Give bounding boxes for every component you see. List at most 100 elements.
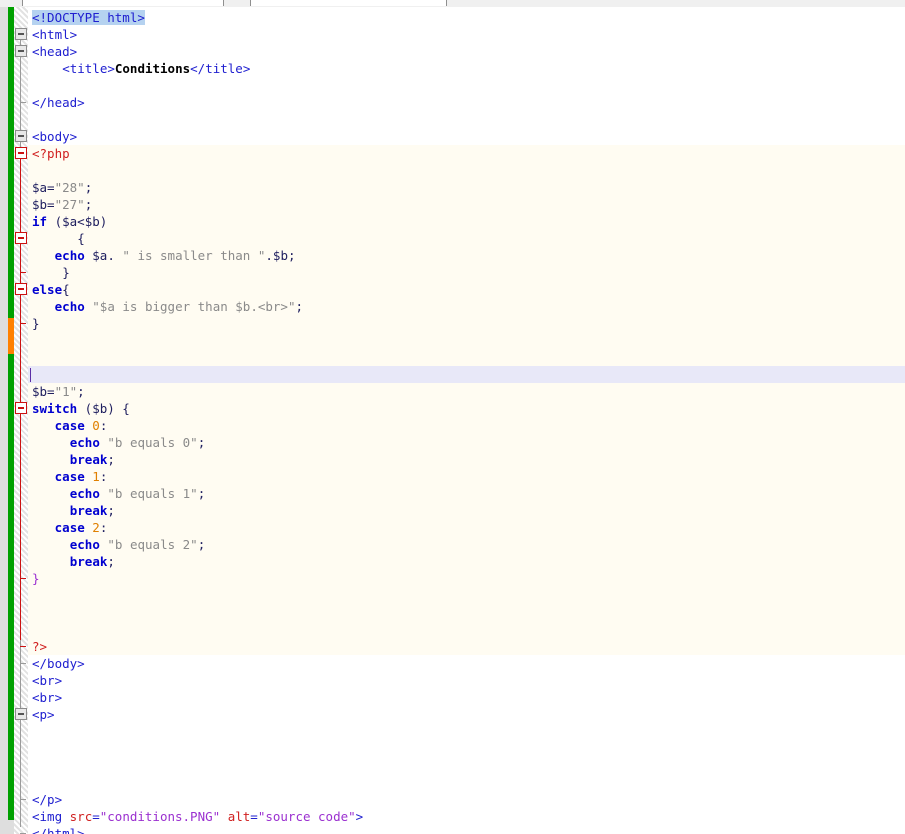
code-line[interactable]: </head> xyxy=(32,94,85,111)
code-line[interactable]: <br> xyxy=(32,689,62,706)
code-line[interactable]: case 2: xyxy=(55,519,108,536)
code-token-num: 0 xyxy=(92,418,100,433)
code-line[interactable]: } xyxy=(62,264,70,281)
code-token-tag: = xyxy=(250,809,258,824)
document-tab-left[interactable] xyxy=(22,0,224,6)
fold-guide-php xyxy=(20,412,21,572)
code-line[interactable]: switch ($b) { xyxy=(32,400,130,417)
code-line[interactable]: <?php xyxy=(32,145,70,162)
fold-minus-glyph xyxy=(18,33,24,35)
code-line[interactable]: } xyxy=(32,315,40,332)
code-token-plain: { xyxy=(62,282,70,297)
code-token-plain: ; xyxy=(197,537,206,552)
code-line[interactable]: else{ xyxy=(32,281,70,298)
code-line[interactable]: ?> xyxy=(32,638,47,655)
code-token-tag: > xyxy=(355,809,364,824)
code-token-plain: ; xyxy=(107,452,115,467)
code-token-tag: </body> xyxy=(32,656,85,671)
fold-end-marker xyxy=(20,646,26,647)
code-line[interactable]: <head> xyxy=(32,43,77,60)
fold-else-icon[interactable] xyxy=(15,283,27,295)
editor-text-area[interactable]: <!DOCTYPE html> <html> <head> <title>Condit… xyxy=(0,7,905,834)
code-line[interactable]: echo "b equals 0"; xyxy=(70,434,205,451)
source-code-lines[interactable]: <!DOCTYPE html> <html> <head> <title>Condit… xyxy=(28,7,905,834)
fold-end-marker xyxy=(20,102,26,103)
code-line[interactable]: case 0: xyxy=(55,417,108,434)
code-line[interactable]: echo $a. " is smaller than ".$b; xyxy=(55,247,296,264)
code-line[interactable]: $a="28"; xyxy=(32,179,92,196)
code-token-plain: ; xyxy=(84,197,93,212)
code-line[interactable]: <title>Conditions</title> xyxy=(62,60,250,77)
code-token-kw: case xyxy=(54,469,85,484)
code-line[interactable]: echo "b equals 1"; xyxy=(70,485,205,502)
code-token-plain: ; xyxy=(295,299,304,314)
code-token-plain: } xyxy=(32,316,40,331)
code-line[interactable]: } xyxy=(32,570,40,587)
code-line[interactable]: $b="1"; xyxy=(32,383,85,400)
code-token-tag: <br> xyxy=(32,673,63,688)
code-line[interactable]: </p> xyxy=(32,791,62,808)
added-bar-top[interactable] xyxy=(8,7,14,318)
code-token-plain: $a= xyxy=(32,180,55,195)
code-line[interactable]: $b="27"; xyxy=(32,196,92,213)
code-token-attr: src xyxy=(69,809,93,824)
code-line[interactable]: echo "b equals 2"; xyxy=(70,536,205,553)
code-line[interactable]: <!DOCTYPE html> xyxy=(32,9,145,26)
code-editor-window: <!DOCTYPE html> <html> <head> <title>Condit… xyxy=(0,0,905,834)
code-line[interactable]: <html> xyxy=(32,26,77,43)
added-bar-bottom[interactable] xyxy=(8,354,14,820)
code-token-tag xyxy=(220,809,228,824)
code-token-tag: <title> xyxy=(62,61,115,76)
fold-if-icon[interactable] xyxy=(15,232,27,244)
code-token-plain: ; xyxy=(107,503,115,518)
code-token-str: "1" xyxy=(54,384,78,399)
code-token-tag: </title> xyxy=(190,61,251,76)
fold-html-icon[interactable] xyxy=(15,28,27,40)
code-token-tag: <img xyxy=(32,809,70,824)
fold-head-icon[interactable] xyxy=(15,45,27,57)
fold-p-icon[interactable] xyxy=(15,708,27,720)
code-token-plain: { xyxy=(62,231,85,246)
code-token-kw: case xyxy=(54,520,85,535)
code-token-plain: $b= xyxy=(32,197,55,212)
code-line[interactable]: </body> xyxy=(32,655,85,672)
code-token-plain: ; xyxy=(197,486,206,501)
code-line[interactable]: if ($a<$b) xyxy=(32,213,107,230)
modified-bar[interactable] xyxy=(8,318,14,354)
code-line[interactable]: <br> xyxy=(32,672,62,689)
fold-minus-glyph xyxy=(18,288,24,290)
code-line[interactable]: <body> xyxy=(32,128,77,145)
code-token-kw: break xyxy=(69,554,108,569)
code-token-tag: <p> xyxy=(32,707,55,722)
fold-body-icon[interactable] xyxy=(15,130,27,142)
code-token-str: "b equals 1" xyxy=(107,486,198,501)
code-line[interactable]: echo "$a is bigger than $b.<br>"; xyxy=(55,298,303,315)
fold-switch-icon[interactable] xyxy=(15,402,27,414)
fold-end-marker xyxy=(20,799,26,800)
code-token-txt: Conditions xyxy=(114,61,191,76)
fold-guide-php xyxy=(20,242,21,273)
fold-php-icon[interactable] xyxy=(15,147,27,159)
code-token-brace: } xyxy=(32,571,40,586)
code-token-str: "27" xyxy=(54,197,85,212)
code-token-str: "b equals 2" xyxy=(107,537,198,552)
code-token-tag: </p> xyxy=(32,792,63,807)
fold-minus-glyph xyxy=(18,237,24,239)
code-line[interactable]: <p> xyxy=(32,706,55,723)
code-token-kw: switch xyxy=(32,401,78,416)
code-line[interactable]: break; xyxy=(70,553,115,570)
document-tab-right[interactable] xyxy=(250,0,447,6)
code-token-str: "28" xyxy=(54,180,85,195)
fold-minus-glyph xyxy=(18,135,24,137)
code-token-plain: ; xyxy=(107,554,115,569)
code-line[interactable]: break; xyxy=(70,451,115,468)
code-line[interactable]: case 1: xyxy=(55,468,108,485)
code-line[interactable]: { xyxy=(62,230,85,247)
fold-end-marker xyxy=(20,663,26,664)
code-line[interactable]: break; xyxy=(70,502,115,519)
code-token-tag: <body> xyxy=(32,129,78,144)
code-line[interactable]: <img src="conditions.PNG" alt="source co… xyxy=(32,808,363,825)
code-token-plain: } xyxy=(62,265,70,280)
fold-minus-glyph xyxy=(18,152,24,154)
code-line[interactable]: </html> xyxy=(32,825,85,834)
